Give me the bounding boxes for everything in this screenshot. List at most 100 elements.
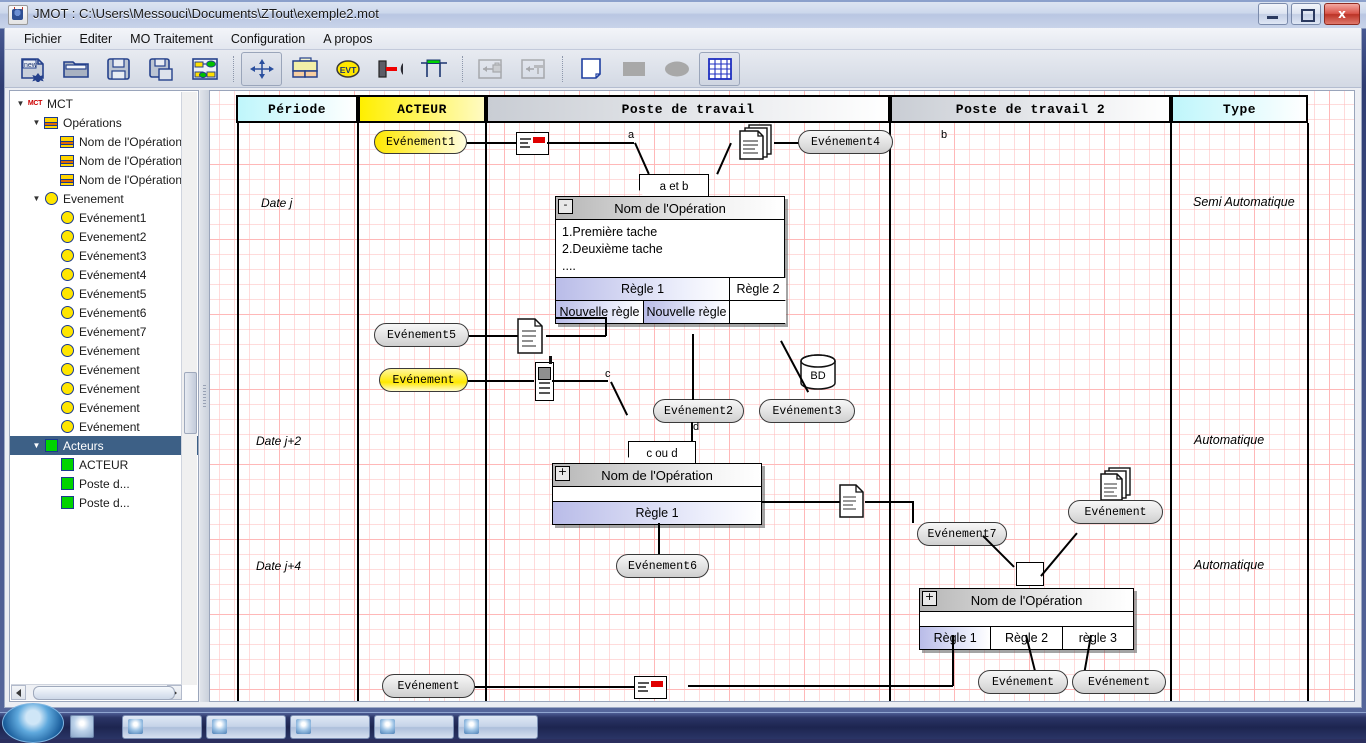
tree-node-14[interactable]: Evénement [10, 360, 198, 379]
event-node-evenement1[interactable]: Evénement1 [374, 130, 467, 154]
collapse-expander-3[interactable]: + [922, 591, 937, 606]
rule-regle-3-op3[interactable]: règle 3 [1062, 627, 1133, 649]
shape-rect-grey-button[interactable] [613, 52, 654, 86]
diagram-pane[interactable]: Période ACTEUR Poste de travail Poste de… [209, 90, 1355, 702]
collapse-expander-1[interactable]: - [558, 199, 573, 214]
operation-box-2[interactable]: + Nom de l'Opération Règle 1 [552, 463, 762, 525]
close-button[interactable]: x [1324, 3, 1360, 25]
diagram-canvas[interactable]: Période ACTEUR Poste de travail Poste de… [210, 91, 1354, 701]
event-node-evenement4[interactable]: Evénement4 [798, 130, 893, 154]
tree-node-13[interactable]: Evénement [10, 341, 198, 360]
tree-node-7[interactable]: Evenement2 [10, 227, 198, 246]
import-poste-button[interactable] [513, 52, 554, 86]
column-header-periode[interactable]: Période [236, 95, 358, 123]
operation-tool-button[interactable] [284, 52, 325, 86]
save-button[interactable] [98, 52, 139, 86]
event-node-evenement5[interactable]: Evénement5 [374, 323, 469, 347]
pane-splitter[interactable] [200, 90, 209, 702]
event-node-evenement2[interactable]: Evénement2 [653, 399, 744, 423]
column-header-poste-1[interactable]: Poste de travail [486, 95, 890, 123]
quick-launch-icon[interactable] [70, 715, 94, 738]
tree-node-15[interactable]: Evénement [10, 379, 198, 398]
tree-vertical-scrollbar[interactable] [181, 92, 197, 685]
event-node-evenement-e[interactable]: Evénement [382, 674, 475, 698]
tree-node-16[interactable]: Evénement [10, 398, 198, 417]
task-button[interactable] [206, 715, 286, 739]
tree-node-12[interactable]: Evénement7 [10, 322, 198, 341]
operation-title-2[interactable]: + Nom de l'Opération [553, 464, 761, 487]
shape-ellipse-button[interactable] [656, 52, 697, 86]
start-button[interactable] [2, 703, 64, 743]
operation-box-1[interactable]: - Nom de l'Opération 1.Première tache 2.… [555, 196, 786, 324]
link-arrow-icon [377, 59, 403, 78]
new-file-button[interactable]: new [12, 52, 53, 86]
operation-rules-row-2: Nouvelle règle Nouvelle règle [556, 300, 786, 323]
tree-node-18[interactable]: ▼ Acteurs [10, 436, 198, 455]
open-file-button[interactable] [55, 52, 96, 86]
event-node-evenement-d[interactable]: Evénement [1072, 670, 1166, 694]
import-actor-button[interactable] [470, 52, 511, 86]
rule-regle-1-op3[interactable]: Règle 1 [920, 627, 992, 649]
model-tree-button[interactable] [184, 52, 225, 86]
shape-rect-white-button[interactable] [570, 52, 611, 86]
column-header-type[interactable]: Type [1171, 95, 1308, 123]
tree-node-1[interactable]: ▼ Opérations [10, 113, 198, 132]
event-tool-button[interactable]: EVT [327, 52, 368, 86]
grid-toggle-button[interactable] [699, 51, 740, 86]
tree-node-11[interactable]: Evénement6 [10, 303, 198, 322]
maximize-button[interactable] [1291, 3, 1321, 25]
save-as-button[interactable] [141, 52, 182, 86]
task-button[interactable] [458, 715, 538, 739]
operation-title-1[interactable]: - Nom de l'Opération [556, 197, 784, 220]
synchro-tool-button[interactable] [413, 52, 454, 86]
task-button[interactable] [122, 715, 202, 739]
tree-node-21[interactable]: Poste d... [10, 493, 198, 512]
rule-regle-2[interactable]: Règle 2 [730, 278, 786, 300]
rule-regle-1[interactable]: Règle 1 [553, 502, 761, 524]
tree-node-17[interactable]: Evénement [10, 417, 198, 436]
tree-node-3[interactable]: Nom de l'Opération [10, 151, 198, 170]
rule-nouvelle-regle-2[interactable]: Nouvelle règle [644, 301, 730, 323]
tree-node-4[interactable]: Nom de l'Opération [10, 170, 198, 189]
event-node-evenement-c[interactable]: Evénement [978, 670, 1068, 694]
tree-node-6[interactable]: Evénement1 [10, 208, 198, 227]
event-node-evenement-b[interactable]: Evénement [1068, 500, 1163, 524]
menu-item-editer[interactable]: Editer [71, 30, 122, 48]
move-tool-button[interactable] [241, 51, 282, 86]
tree-node-label: Nom de l'Opération [79, 134, 183, 149]
tree-node-8[interactable]: Evénement3 [10, 246, 198, 265]
tree-node-10[interactable]: Evénement5 [10, 284, 198, 303]
task-button[interactable] [290, 715, 370, 739]
event-node-evenement3[interactable]: Evénement3 [759, 399, 855, 423]
rule-nouvelle-regle-1[interactable]: Nouvelle règle [556, 301, 644, 323]
tree-node-0[interactable]: ▼ MCT MCT [10, 94, 198, 113]
column-header-poste-2[interactable]: Poste de travail 2 [890, 95, 1171, 123]
tree-node-9[interactable]: Evénement4 [10, 265, 198, 284]
event-node-evenement6[interactable]: Evénement6 [616, 554, 709, 578]
tree-node-19[interactable]: ACTEUR [10, 455, 198, 474]
tree-node-20[interactable]: Poste d... [10, 474, 198, 493]
task-button[interactable] [374, 715, 454, 739]
tree-hscroll-thumb[interactable] [33, 686, 175, 700]
link-tool-button[interactable] [370, 52, 411, 86]
operation-title-3[interactable]: + Nom de l'Opération [920, 589, 1133, 612]
tree-twisty[interactable]: ▼ [30, 194, 43, 203]
menu-item-configuration[interactable]: Configuration [222, 30, 314, 48]
menu-item-fichier[interactable]: Fichier [15, 30, 71, 48]
collapse-expander-2[interactable]: + [555, 466, 570, 481]
menu-item-a-propos[interactable]: A propos [314, 30, 381, 48]
tree-node-2[interactable]: Nom de l'Opération [10, 132, 198, 151]
event-node-evenement7[interactable]: Evénement7 [917, 522, 1007, 546]
column-header-acteur[interactable]: ACTEUR [358, 95, 486, 123]
tree-node-5[interactable]: ▼ Evenement [10, 189, 198, 208]
menu-item-mo-traitement[interactable]: MO Traitement [121, 30, 222, 48]
tree-vscroll-thumb[interactable] [184, 372, 197, 434]
tree-twisty[interactable]: ▼ [30, 118, 43, 127]
rule-regle-1[interactable]: Règle 1 [556, 278, 730, 300]
tree-twisty[interactable]: ▼ [14, 99, 27, 108]
tree-scroll-left-button[interactable] [11, 685, 26, 700]
tree-horizontal-scrollbar[interactable] [11, 684, 182, 700]
tree-twisty[interactable]: ▼ [30, 441, 43, 450]
minimize-button[interactable] [1258, 3, 1288, 25]
event-node-evenement-a[interactable]: Evénement [379, 368, 468, 392]
